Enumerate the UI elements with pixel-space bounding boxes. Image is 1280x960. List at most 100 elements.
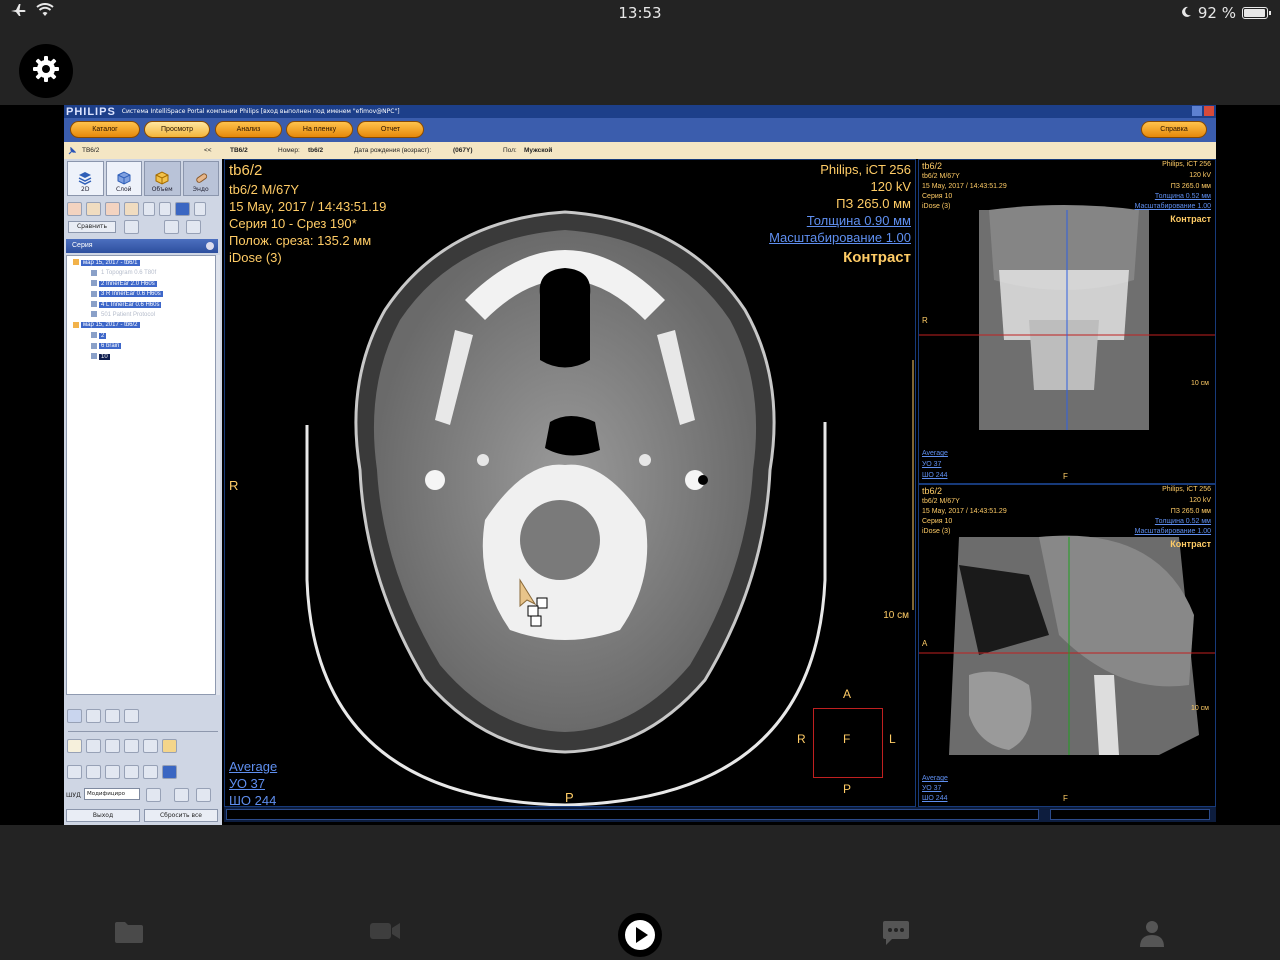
skull-tool-icon[interactable] (86, 202, 101, 216)
head-side-tool-icon[interactable] (124, 202, 139, 216)
sagittal-patient-id: tb6/2 (922, 486, 943, 496)
circle-roi-icon[interactable] (162, 765, 177, 779)
annotation-icon[interactable] (143, 765, 158, 779)
layout-tool-icon[interactable] (175, 202, 190, 216)
series-tree-item[interactable]: мар 15, 2017 - tb6/2 (73, 321, 140, 329)
axial-viewport[interactable]: tb6/2 tb6/2 M/67Y 15 May, 2017 / 14:43:5… (224, 159, 916, 807)
ruler-icon[interactable] (124, 765, 139, 779)
axial-slice-scrollbar[interactable] (226, 809, 1039, 820)
coronal-window-preset[interactable]: Average (922, 450, 948, 457)
folder-icon[interactable] (114, 920, 144, 948)
series-tree-item[interactable]: 6 brain (91, 342, 122, 350)
hand-tool-icon[interactable] (143, 202, 155, 216)
coronal-idose: iDose (3) (922, 203, 951, 210)
analysis-button[interactable]: Анализ (215, 121, 282, 138)
mode-tab-volume[interactable]: Объем (144, 161, 181, 196)
axial-contrast-label: Контраст (843, 249, 911, 266)
sagittal-viewport[interactable]: tb6/2 tb6/2 M/67Y 15 May, 2017 / 14:43:5… (918, 484, 1216, 807)
zoom-tool-icon[interactable] (159, 202, 171, 216)
sagittal-window-width[interactable]: ШО 244 (922, 795, 947, 802)
save-icon[interactable] (67, 709, 82, 723)
print-icon[interactable] (196, 788, 211, 802)
series-tree-item[interactable]: 2 InnerEar 2.0 H60s (91, 280, 157, 288)
remote-desktop[interactable]: PHILIPS Система IntelliSpace Portal комп… (0, 105, 1280, 825)
axial-window-level[interactable]: УО 37 (229, 776, 265, 791)
link-tool-icon[interactable] (124, 220, 139, 234)
eraser-icon[interactable] (162, 739, 177, 753)
compare-button[interactable]: Сравнить (68, 221, 116, 233)
endoscope-icon (195, 173, 207, 183)
save-layout-icon[interactable] (164, 220, 179, 234)
export-icon[interactable] (186, 220, 201, 234)
patient-name: ТВ6/2 (230, 147, 248, 154)
coronal-viewport[interactable]: tb6/2 tb6/2 M/67Y 15 May, 2017 / 14:43:5… (918, 159, 1216, 484)
film-button[interactable]: На пленку (286, 121, 353, 138)
window-level-icon[interactable] (105, 739, 120, 753)
mode-tab-slab[interactable]: Слой (105, 161, 142, 196)
book-icon[interactable] (124, 709, 139, 723)
axial-window-width[interactable]: ШО 244 (229, 793, 276, 806)
shd-label: ШУД (66, 792, 81, 799)
axial-window-preset[interactable]: Average (229, 759, 277, 774)
head-tool-icon[interactable] (105, 202, 120, 216)
series-tree-item[interactable]: мар 15, 2017 - tb6/1 (73, 259, 140, 267)
rotate-hand-icon[interactable] (143, 739, 158, 753)
viewport-scrollbars (224, 807, 1216, 822)
video-camera-icon[interactable] (369, 920, 401, 946)
apply-icon[interactable] (146, 788, 161, 802)
sagittal-zoom-link[interactable]: Масштабирование 1.00 (1135, 528, 1211, 535)
side-slice-scrollbar[interactable] (1050, 809, 1210, 820)
help-button[interactable]: Справка (1141, 121, 1207, 138)
coronal-zoom-link[interactable]: Масштабирование 1.00 (1135, 203, 1211, 210)
series-tree-item[interactable]: 501 Patient Protocol (91, 311, 157, 319)
ellipse-roi-icon[interactable] (86, 765, 101, 779)
angle-measure-icon[interactable] (105, 765, 120, 779)
pointer-tool-icon[interactable] (67, 739, 82, 753)
play-button[interactable] (617, 912, 663, 960)
mode-tab-endo[interactable]: Эндо (182, 161, 219, 196)
cube-label-right: L (889, 732, 896, 746)
mode-tab-2d[interactable]: 2D (67, 161, 104, 196)
sagittal-thickness-link[interactable]: Толщина 0.52 мм (1155, 518, 1211, 525)
copy-icon[interactable] (105, 709, 120, 723)
series-tree-item[interactable]: 4 L InnerEar 0.6 H60s (91, 301, 162, 309)
viewing-button[interactable]: Просмотр (144, 121, 210, 138)
catalog-button[interactable]: Каталог (70, 121, 140, 138)
series-tree-item[interactable]: 1 Topogram 0.6 T80f (91, 269, 158, 277)
series-tree-item[interactable]: 2 (91, 332, 107, 340)
report-button[interactable]: Отчет (357, 121, 424, 138)
series-tree-scrollbar[interactable] (216, 255, 220, 695)
pin-icon[interactable] (68, 146, 77, 157)
film-strip-icon[interactable] (174, 788, 189, 802)
coronal-window-width[interactable]: ШО 244 (922, 472, 947, 479)
lungs-tool-icon[interactable] (67, 202, 82, 216)
user-icon[interactable] (1139, 920, 1165, 952)
exit-button[interactable]: Выход (66, 809, 140, 822)
axial-zoom-link[interactable]: Масштабирование 1.00 (769, 230, 911, 245)
series-tree-item[interactable]: 3 R InnerEar 0.6 H60s (91, 290, 163, 298)
chat-icon[interactable] (882, 920, 910, 950)
axial-series: Серия 10 - Срез 190* (229, 216, 357, 231)
close-series-icon[interactable] (206, 242, 214, 250)
zoom-hand-icon[interactable] (124, 739, 139, 753)
settings-button[interactable] (19, 44, 73, 98)
axial-thickness-link[interactable]: Толщина 0.90 мм (807, 213, 911, 228)
pan-hand-icon[interactable] (86, 739, 101, 753)
sagittal-window-preset[interactable]: Average (922, 775, 948, 782)
patient-tab[interactable]: ТВ6/2 (82, 147, 99, 154)
coronal-window-level[interactable]: УО 37 (922, 461, 941, 468)
coronal-thickness-link[interactable]: Толщина 0.52 мм (1155, 193, 1211, 200)
line-measure-icon[interactable] (67, 765, 82, 779)
shd-select[interactable]: Модифициро (84, 788, 140, 800)
series-tree-item[interactable]: 10 (91, 353, 110, 361)
close-button[interactable] (1204, 106, 1214, 116)
sagittal-window-level[interactable]: УО 37 (922, 785, 941, 792)
minimize-button[interactable] (1192, 106, 1202, 116)
collapse-panel-button[interactable]: << (204, 147, 212, 154)
reset-all-button[interactable]: Сбросить все (144, 809, 218, 822)
series-icon (91, 332, 97, 339)
axial-slice-position: Полож. среза: 135.2 мм (229, 233, 372, 248)
grid-tool-icon[interactable] (194, 202, 206, 216)
snapshot-icon[interactable] (86, 709, 101, 723)
coronal-fov: ПЗ 265.0 мм (1170, 183, 1211, 190)
